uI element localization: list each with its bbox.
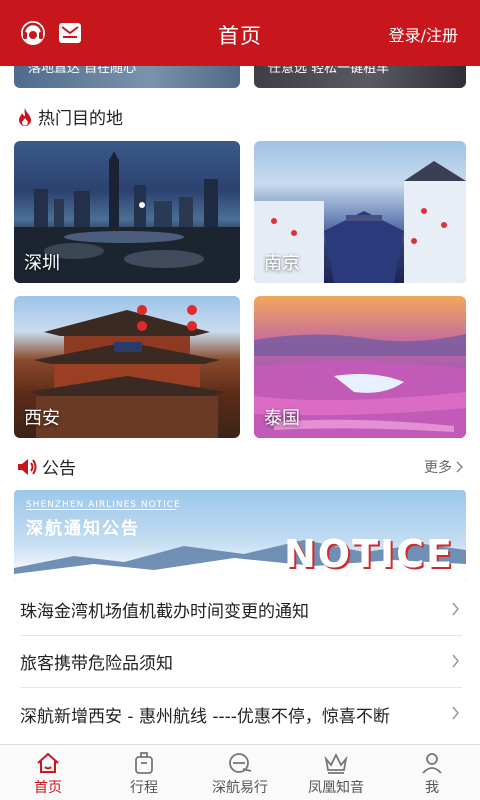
app-header: 首页 登录/注册 [0, 0, 480, 66]
tab-label: 行程 [130, 780, 158, 796]
notice-title: 公告 [42, 459, 76, 479]
tab-home[interactable]: 首页 [0, 745, 96, 800]
tab-phoenix-miles[interactable]: 凤凰知音 [288, 745, 384, 800]
notice-list: 珠海金湾机场值机截办时间变更的通知 旅客携带危险品须知 深航新增西安 - 惠州航… [0, 584, 480, 740]
bottom-tab-bar: 首页 行程 深航易行 凤凰知音 我 [0, 744, 480, 800]
destination-card-nanjing[interactable]: 南京 [254, 141, 466, 283]
tab-label: 首页 [34, 780, 62, 796]
notice-item-text: 珠海金湾机场值机截办时间变更的通知 [20, 602, 309, 622]
fire-icon [19, 107, 31, 126]
notice-banner-title: 深航通知公告 [26, 519, 140, 539]
tab-label: 我 [425, 780, 439, 796]
login-register-link[interactable]: 登录/注册 [389, 22, 458, 46]
person-icon [422, 753, 442, 774]
destination-card-thailand[interactable]: 泰国 [254, 296, 466, 438]
destination-card-shenzhen[interactable]: 深圳 [14, 141, 240, 283]
list-item[interactable]: 深航新增西安 - 惠州航线 ----优惠不停，惊喜不断 [20, 688, 462, 740]
list-item[interactable]: 旅客携带危险品须知 [20, 636, 462, 688]
promo-banner-strip: 落地直达 自在随心 任意选 轻松一键租车 [0, 66, 480, 90]
notice-heading: 公告 [16, 454, 76, 479]
promo-banner-left-text: 落地直达 自在随心 [28, 66, 137, 76]
tab-label: 凤凰知音 [308, 780, 364, 796]
tab-me[interactable]: 我 [384, 745, 480, 800]
crown-icon [324, 752, 348, 774]
more-label: 更多 [424, 460, 452, 476]
chevron-right-icon [456, 461, 464, 473]
notice-more-link[interactable]: 更多 [424, 457, 464, 477]
destination-card-xian[interactable]: 西安 [14, 296, 240, 438]
promo-banner-right-text: 任意选 轻松一键租车 [268, 66, 390, 76]
hot-destinations-heading: 热门目的地 [16, 104, 123, 129]
notice-item-text: 深航新增西安 - 惠州航线 ----优惠不停，惊喜不断 [20, 706, 390, 727]
easy-travel-icon [229, 753, 252, 773]
destination-label: 西安 [24, 408, 60, 429]
luggage-icon [135, 752, 153, 774]
hot-destinations-title: 热门目的地 [38, 109, 123, 129]
chevron-right-icon [452, 602, 459, 616]
tab-itinerary[interactable]: 行程 [96, 745, 192, 800]
promo-banner-right[interactable]: 任意选 轻松一键租车 [254, 66, 466, 88]
chevron-right-icon [452, 654, 459, 668]
destination-label: 深圳 [24, 253, 60, 274]
home-icon [37, 752, 59, 773]
tab-easy-travel[interactable]: 深航易行 [192, 745, 288, 800]
notice-item-text: 旅客携带危险品须知 [20, 654, 173, 674]
destination-label: 泰国 [264, 408, 300, 429]
notice-banner-subtitle: SHENZHEN AIRLINES NOTICE [26, 500, 181, 510]
notice-banner-word: NOTICE [283, 532, 454, 576]
speaker-icon [18, 458, 37, 475]
list-item[interactable]: 珠海金湾机场值机截办时间变更的通知 [20, 584, 462, 636]
promo-banner-left[interactable]: 落地直达 自在随心 [14, 66, 240, 88]
destination-label: 南京 [264, 253, 300, 274]
chevron-right-icon [452, 706, 459, 720]
tab-label: 深航易行 [212, 780, 268, 796]
notice-banner[interactable]: SHENZHEN AIRLINES NOTICE 深航通知公告 NOTICE [14, 490, 466, 582]
